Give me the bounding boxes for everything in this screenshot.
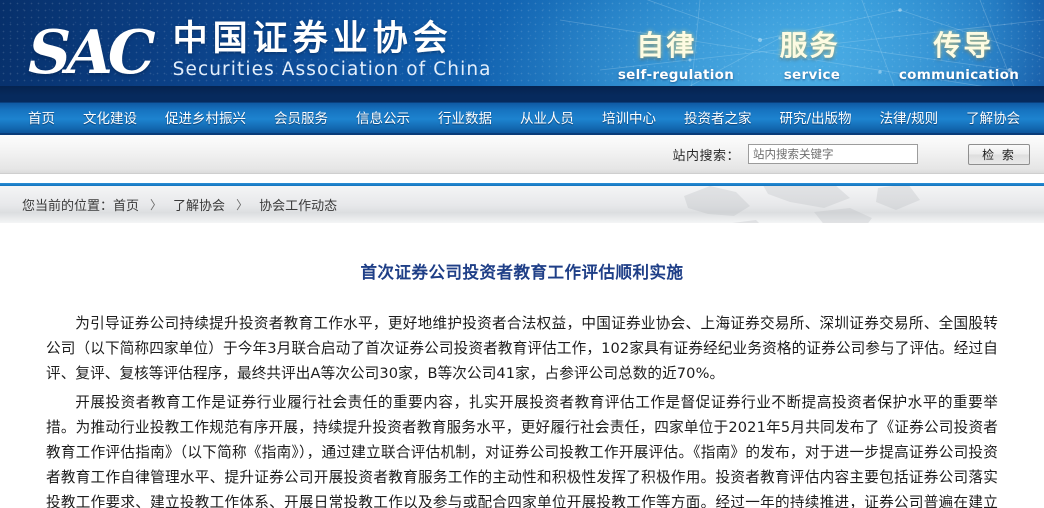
- logo-title-en: Securities Association of China: [172, 59, 492, 80]
- main-navigation: 首页 文化建设 促进乡村振兴 会员服务 信息公示 行业数据 从业人员 培训中心 …: [0, 102, 1044, 135]
- search-label: 站内搜索：: [672, 148, 740, 164]
- header-slogan: 自律 服务 传导 self-regulation service communi…: [610, 29, 1030, 84]
- breadcrumb-separator-1: 〉: [150, 198, 163, 212]
- nav-item-culture[interactable]: 文化建设: [69, 103, 151, 136]
- nav-item-investor-home[interactable]: 投资者之家: [670, 103, 766, 136]
- article-body: 为引导证券公司持续提升投资者教育工作水平，更好地维护投资者合法权益，中国证券业协…: [46, 311, 998, 508]
- site-search-bar: 站内搜索： 检 索: [0, 135, 1044, 174]
- nav-item-rural-revitalization[interactable]: 促进乡村振兴: [151, 103, 260, 136]
- slogan-en-3: communication: [898, 67, 1020, 83]
- slogan-en-1: self-regulation: [617, 67, 735, 83]
- breadcrumb-item-current[interactable]: 协会工作动态: [259, 195, 337, 214]
- page-title: 首次证券公司投资者教育工作评估顺利实施: [360, 263, 684, 282]
- nav-item-about-association[interactable]: 了解协会: [952, 103, 1034, 136]
- nav-item-information-disclosure[interactable]: 信息公示: [342, 103, 424, 136]
- nav-item-training-center[interactable]: 培训中心: [588, 103, 670, 136]
- nav-item-practitioners[interactable]: 从业人员: [506, 103, 588, 136]
- breadcrumb-separator-2: 〉: [236, 198, 249, 212]
- white-gap: [0, 174, 1044, 183]
- site-logo[interactable]: SAC 中国证券业协会 Securities Association of Ch…: [28, 18, 492, 88]
- world-map-watermark: [684, 186, 920, 223]
- nav-item-industry-data[interactable]: 行业数据: [424, 103, 506, 136]
- logo-title-cn: 中国证券业协会: [172, 19, 453, 59]
- article-paragraph-1: 为引导证券公司持续提升投资者教育工作水平，更好地维护投资者合法权益，中国证券业协…: [46, 315, 998, 382]
- slogan-cn-3: 传导: [933, 29, 994, 62]
- site-header-banner: SAC 中国证券业协会 Securities Association of Ch…: [0, 0, 1044, 102]
- breadcrumb-item-home[interactable]: 首页: [113, 195, 139, 214]
- article-container: 首次证券公司投资者教育工作评估顺利实施 为引导证券公司持续提升投资者教育工作水平…: [0, 259, 1044, 508]
- breadcrumb-prefix: 您当前的位置：: [22, 199, 114, 214]
- slogan-en-2: service: [783, 67, 841, 83]
- nav-item-member-services[interactable]: 会员服务: [260, 103, 342, 136]
- banner-bottom-band: [0, 86, 1044, 102]
- slogan-cn-2: 服务: [779, 29, 840, 62]
- nav-item-home[interactable]: 首页: [14, 103, 69, 136]
- breadcrumb: 您当前的位置： 首页 〉 了解协会 〉 协会工作动态: [0, 195, 337, 214]
- breadcrumb-item-about[interactable]: 了解协会: [173, 195, 225, 214]
- sac-monogram: SAC: [28, 18, 156, 88]
- breadcrumb-bar: 您当前的位置： 首页 〉 了解协会 〉 协会工作动态: [0, 186, 1044, 223]
- nav-item-research-publications[interactable]: 研究/出版物: [766, 103, 866, 136]
- search-input[interactable]: [748, 144, 918, 164]
- nav-item-laws-rules[interactable]: 法律/规则: [866, 103, 953, 136]
- article-paragraph-2: 开展投资者教育工作是证券行业履行社会责任的重要内容，扎实开展投资者教育评估工作是…: [46, 394, 998, 508]
- slogan-cn-1: 自律: [636, 29, 697, 62]
- search-submit-button[interactable]: 检 索: [968, 143, 1030, 165]
